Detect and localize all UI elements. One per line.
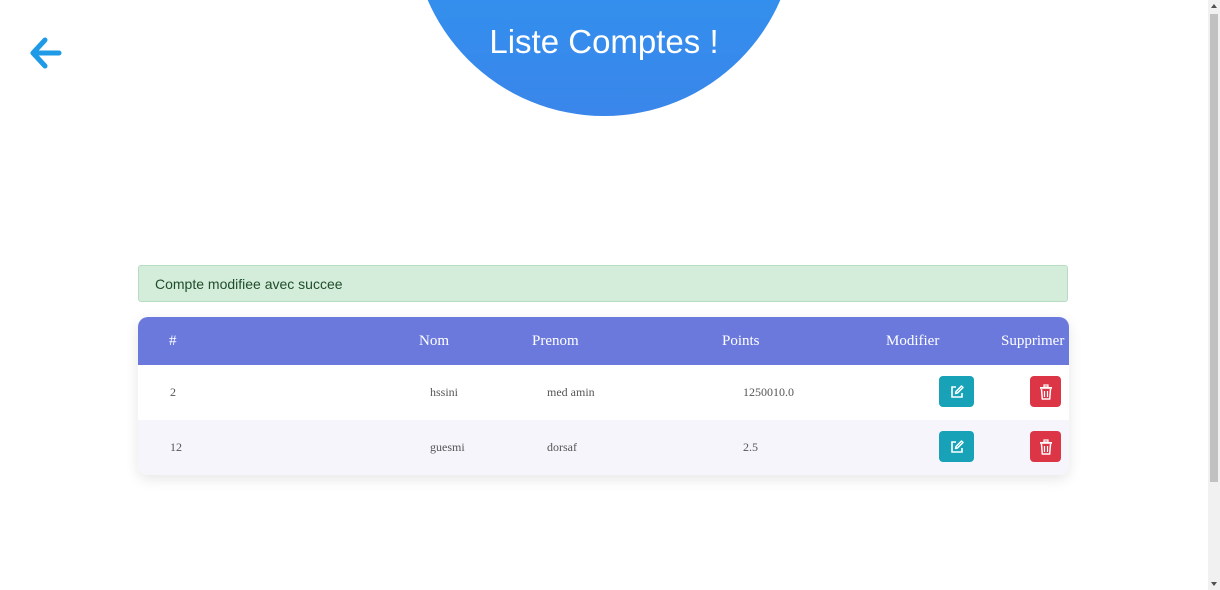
scrollbar-thumb[interactable]	[1210, 14, 1218, 482]
accounts-table: # Nom Prenom Points Modifier Supprimer 2…	[138, 317, 1069, 475]
cell-prenom: med amin	[547, 385, 595, 399]
delete-button[interactable]	[1030, 376, 1061, 407]
scroll-up-icon[interactable]	[1208, 0, 1220, 12]
header-supprimer: Supprimer	[1001, 333, 1065, 349]
edit-icon	[950, 439, 964, 453]
cell-id: 12	[170, 440, 182, 454]
trash-icon	[1039, 383, 1052, 400]
cell-nom: hssini	[430, 385, 459, 399]
header-prenom: Prenom	[532, 333, 579, 349]
cell-points: 1250010.0	[743, 385, 794, 399]
table-header: # Nom Prenom Points Modifier Supprimer	[138, 317, 1069, 365]
cell-nom: guesmi	[430, 440, 465, 454]
header-modifier: Modifier	[886, 333, 940, 349]
cell-id: 2	[170, 385, 176, 399]
edit-button[interactable]	[939, 376, 974, 407]
trash-icon	[1039, 438, 1052, 455]
cell-prenom: dorsaf	[547, 440, 577, 454]
edit-icon	[950, 384, 964, 398]
delete-button[interactable]	[1030, 431, 1061, 462]
edit-button[interactable]	[939, 431, 974, 462]
table-row: 2 hssini med amin 1250010.0	[138, 365, 1069, 420]
page-title: Liste Comptes !	[489, 23, 719, 60]
vertical-scrollbar[interactable]	[1208, 0, 1220, 590]
scroll-down-icon[interactable]	[1208, 578, 1220, 590]
header-id: #	[169, 333, 177, 349]
table-row: 12 guesmi dorsaf 2.5	[138, 420, 1069, 475]
back-arrow-icon[interactable]	[28, 36, 62, 70]
cell-points: 2.5	[743, 440, 758, 454]
success-alert: Compte modifiee avec succee	[138, 265, 1068, 302]
header-points: Points	[722, 333, 760, 349]
header-nom: Nom	[419, 333, 449, 349]
